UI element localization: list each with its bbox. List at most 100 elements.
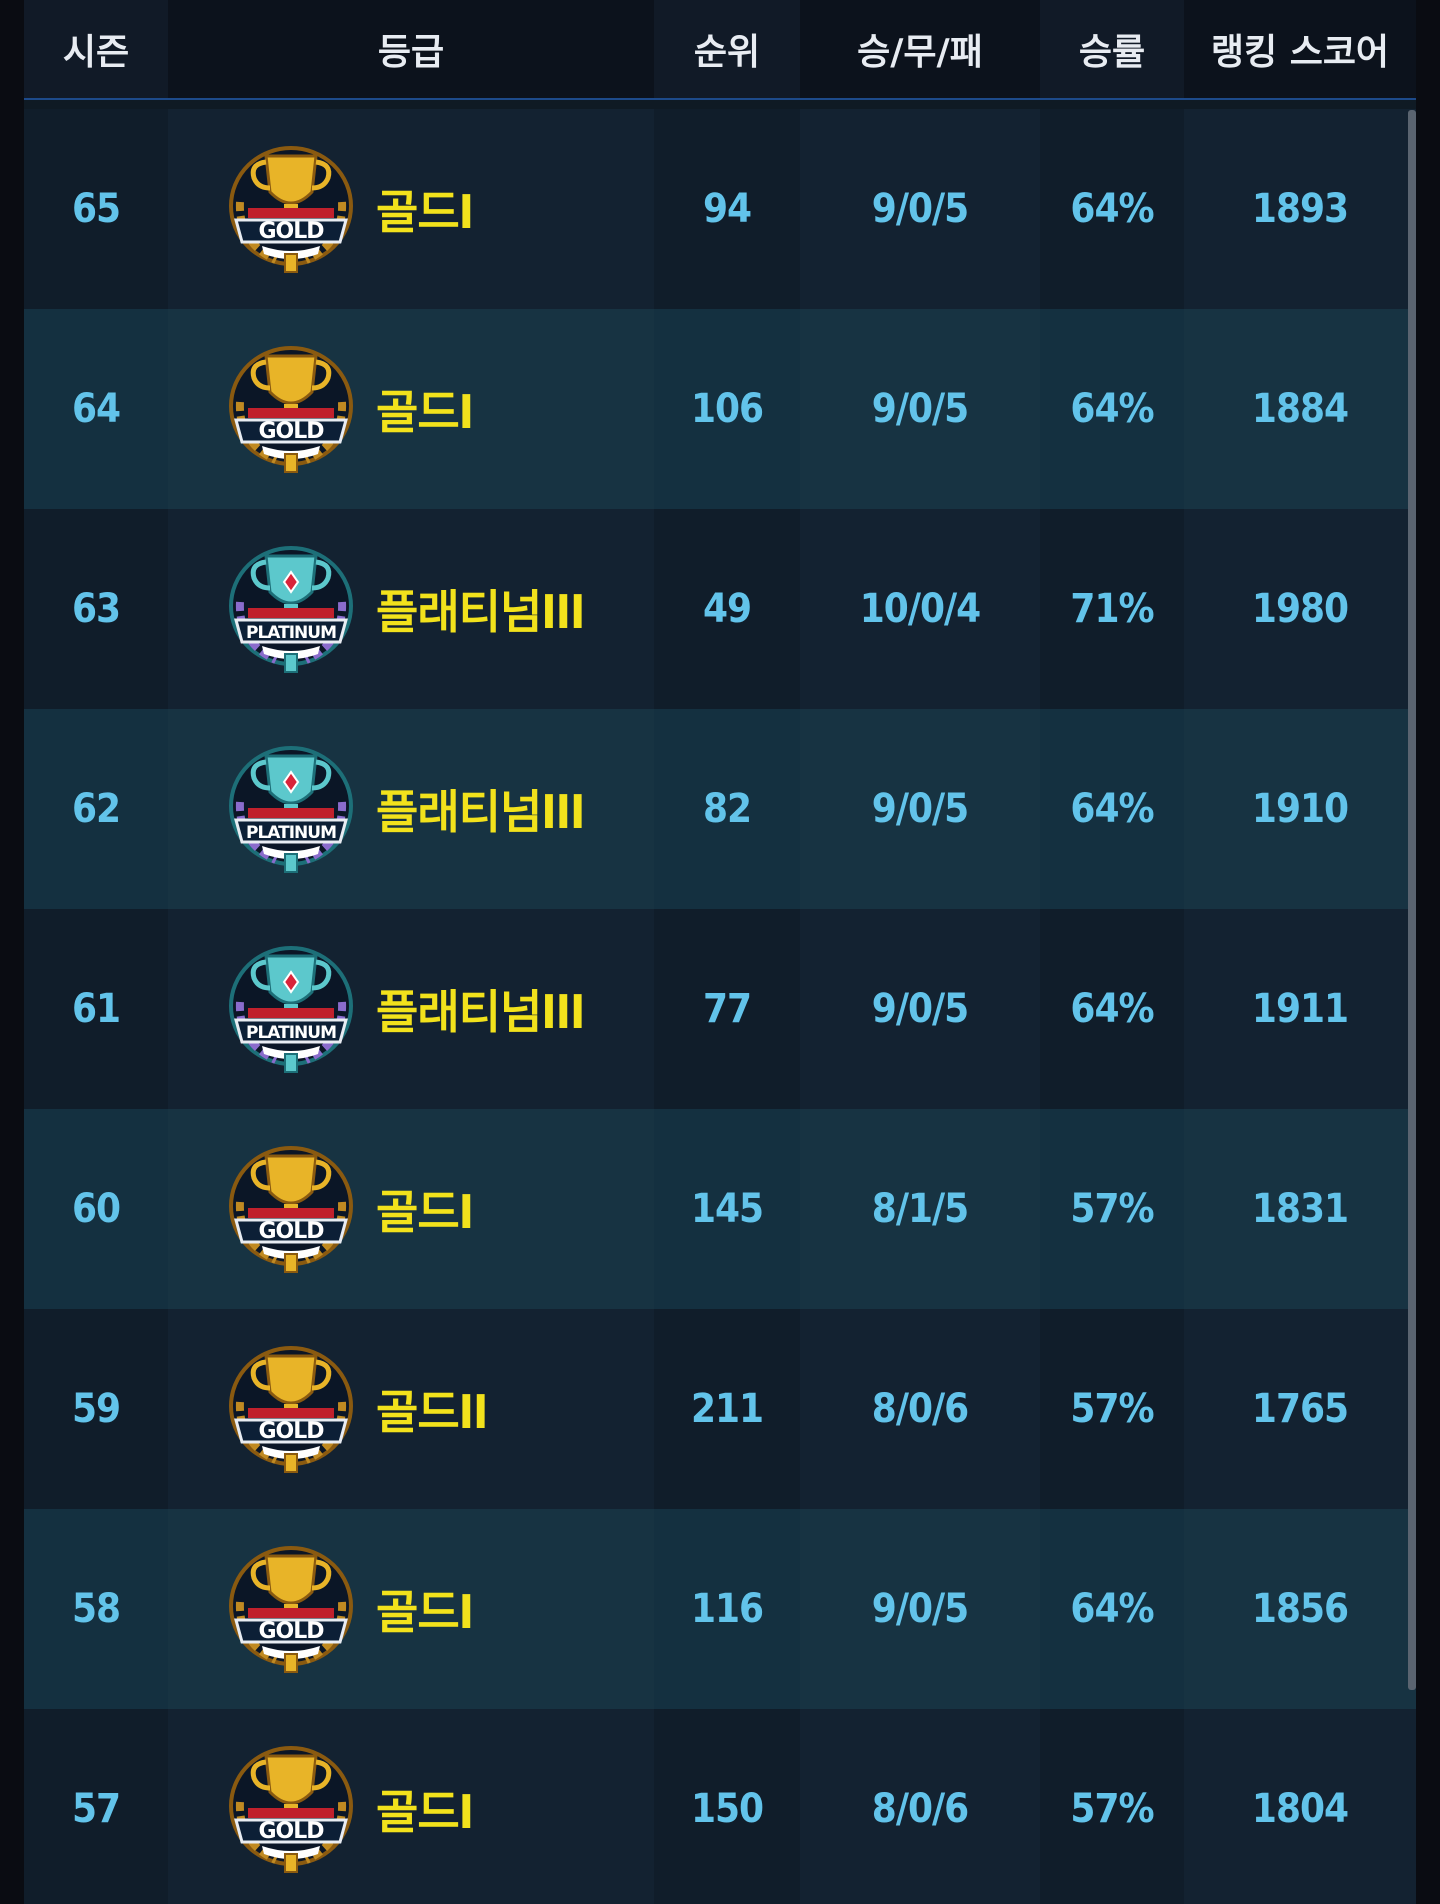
gold-trophy-badge-icon: GOLD <box>224 1542 358 1676</box>
rank-value: 106 <box>654 309 800 509</box>
table-row[interactable]: 59 GOLD 골드II 211 8/0/6 57% 1765 <box>24 1309 1416 1509</box>
rank-value: 94 <box>654 109 800 309</box>
gold-trophy-badge-icon: GOLD <box>224 1342 358 1476</box>
season-number: 57 <box>24 1709 168 1904</box>
tier-name: 플래티넘III <box>376 785 585 839</box>
win-draw-loss: 9/0/5 <box>871 186 969 232</box>
grade-cell: PLATINUM 플래티넘III <box>168 709 654 909</box>
grade-cell: GOLD 골드I <box>168 1509 654 1709</box>
platinum-trophy-badge-icon: PLATINUM <box>224 542 358 676</box>
table-row[interactable]: 63 PLATINUM 플래티넘III 49 10/0/4 71% 1980 <box>24 509 1416 709</box>
rank-value: 49 <box>654 509 800 709</box>
win-draw-loss: 9/0/5 <box>871 986 969 1032</box>
svg-text:GOLD: GOLD <box>258 1219 324 1244</box>
win-draw-loss: 8/0/6 <box>871 1386 969 1432</box>
rank-value: 211 <box>654 1309 800 1509</box>
header-win-rate[interactable]: 승률 <box>1040 0 1184 98</box>
win-draw-loss: 10/0/4 <box>859 586 981 632</box>
win-rate: 57% <box>1040 1309 1184 1509</box>
svg-text:GOLD: GOLD <box>258 1819 324 1844</box>
grade-cell: GOLD 골드I <box>168 309 654 509</box>
grade-cell: PLATINUM 플래티넘III <box>168 509 654 709</box>
ranking-score: 1980 <box>1251 586 1349 632</box>
rank-value: 116 <box>654 1509 800 1709</box>
tier-name: 플래티넘III <box>376 985 585 1039</box>
season-number: 64 <box>24 309 168 509</box>
season-number: 63 <box>24 509 168 709</box>
season-number: 65 <box>24 109 168 309</box>
win-draw-loss: 9/0/5 <box>871 386 969 432</box>
svg-text:PLATINUM: PLATINUM <box>246 623 336 643</box>
rank-value: 77 <box>654 909 800 1109</box>
grade-cell: PLATINUM 플래티넘III <box>168 909 654 1109</box>
table-row[interactable]: 65 GOLD 골드I 94 9/0/5 64% 1893 <box>24 109 1416 309</box>
ranking-score: 1910 <box>1251 786 1349 832</box>
rank-value: 150 <box>654 1709 800 1904</box>
table-header: 시즌 등급 순위 승/무/패 승률 랭킹 스코어 <box>24 0 1416 100</box>
ranking-score: 1884 <box>1251 386 1349 432</box>
header-season[interactable]: 시즌 <box>24 0 168 98</box>
win-rate: 57% <box>1040 1709 1184 1904</box>
tier-name: 골드I <box>376 1185 474 1239</box>
rank-value: 82 <box>654 709 800 909</box>
svg-text:GOLD: GOLD <box>258 419 324 444</box>
ranking-score: 1893 <box>1251 186 1349 232</box>
table-row[interactable]: 64 GOLD 골드I 106 9/0/5 64% 1884 <box>24 309 1416 509</box>
svg-text:PLATINUM: PLATINUM <box>246 823 336 843</box>
season-history-panel: 시즌 등급 순위 승/무/패 승률 랭킹 스코어 65 GOLD 골드I 94 … <box>24 0 1416 1904</box>
win-draw-loss: 8/1/5 <box>871 1186 969 1232</box>
season-number: 61 <box>24 909 168 1109</box>
svg-text:GOLD: GOLD <box>258 1419 324 1444</box>
win-rate: 71% <box>1040 509 1184 709</box>
tier-name: 골드I <box>376 185 474 239</box>
win-rate: 64% <box>1040 709 1184 909</box>
table-row[interactable]: 57 GOLD 골드I 150 8/0/6 57% 1804 <box>24 1709 1416 1904</box>
table-row[interactable]: 60 GOLD 골드I 145 8/1/5 57% 1831 <box>24 1109 1416 1309</box>
tier-name: 골드I <box>376 385 474 439</box>
grade-cell: GOLD 골드II <box>168 1309 654 1509</box>
gold-trophy-badge-icon: GOLD <box>224 1142 358 1276</box>
win-rate: 64% <box>1040 909 1184 1109</box>
rank-value: 145 <box>654 1109 800 1309</box>
header-grade[interactable]: 등급 <box>168 0 654 98</box>
win-rate: 57% <box>1040 1109 1184 1309</box>
table-row[interactable]: 58 GOLD 골드I 116 9/0/5 64% 1856 <box>24 1509 1416 1709</box>
ranking-score: 1765 <box>1251 1386 1349 1432</box>
scrollbar[interactable] <box>1408 110 1416 1690</box>
svg-text:PLATINUM: PLATINUM <box>246 1023 336 1043</box>
grade-cell: GOLD 골드I <box>168 109 654 309</box>
season-number: 58 <box>24 1509 168 1709</box>
season-number: 59 <box>24 1309 168 1509</box>
grade-cell: GOLD 골드I <box>168 1709 654 1904</box>
header-rank[interactable]: 순위 <box>654 0 800 98</box>
season-number: 62 <box>24 709 168 909</box>
win-draw-loss: 8/0/6 <box>871 1786 969 1832</box>
ranking-score: 1804 <box>1251 1786 1349 1832</box>
gold-trophy-badge-icon: GOLD <box>224 1742 358 1876</box>
win-draw-loss: 9/0/5 <box>871 786 969 832</box>
svg-text:GOLD: GOLD <box>258 1619 324 1644</box>
platinum-trophy-badge-icon: PLATINUM <box>224 942 358 1076</box>
ranking-score: 1911 <box>1251 986 1349 1032</box>
win-draw-loss: 9/0/5 <box>871 1586 969 1632</box>
gold-trophy-badge-icon: GOLD <box>224 142 358 276</box>
ranking-score: 1831 <box>1251 1186 1349 1232</box>
header-wdl[interactable]: 승/무/패 <box>800 0 1040 98</box>
tier-name: 골드I <box>376 1585 474 1639</box>
tier-name: 골드II <box>376 1385 488 1439</box>
win-rate: 64% <box>1040 109 1184 309</box>
tier-name: 플래티넘III <box>376 585 585 639</box>
header-ranking-score[interactable]: 랭킹 스코어 <box>1184 0 1416 98</box>
svg-text:GOLD: GOLD <box>258 219 324 244</box>
season-number: 60 <box>24 1109 168 1309</box>
win-rate: 64% <box>1040 309 1184 509</box>
win-rate: 64% <box>1040 1509 1184 1709</box>
platinum-trophy-badge-icon: PLATINUM <box>224 742 358 876</box>
ranking-score: 1856 <box>1251 1586 1349 1632</box>
table-row[interactable]: 61 PLATINUM 플래티넘III 77 9/0/5 64% 1911 <box>24 909 1416 1109</box>
season-rows: 65 GOLD 골드I 94 9/0/5 64% 1893 64 GOLD 골드… <box>24 109 1416 1904</box>
gold-trophy-badge-icon: GOLD <box>224 342 358 476</box>
tier-name: 골드I <box>376 1785 474 1839</box>
table-row[interactable]: 62 PLATINUM 플래티넘III 82 9/0/5 64% 1910 <box>24 709 1416 909</box>
grade-cell: GOLD 골드I <box>168 1109 654 1309</box>
